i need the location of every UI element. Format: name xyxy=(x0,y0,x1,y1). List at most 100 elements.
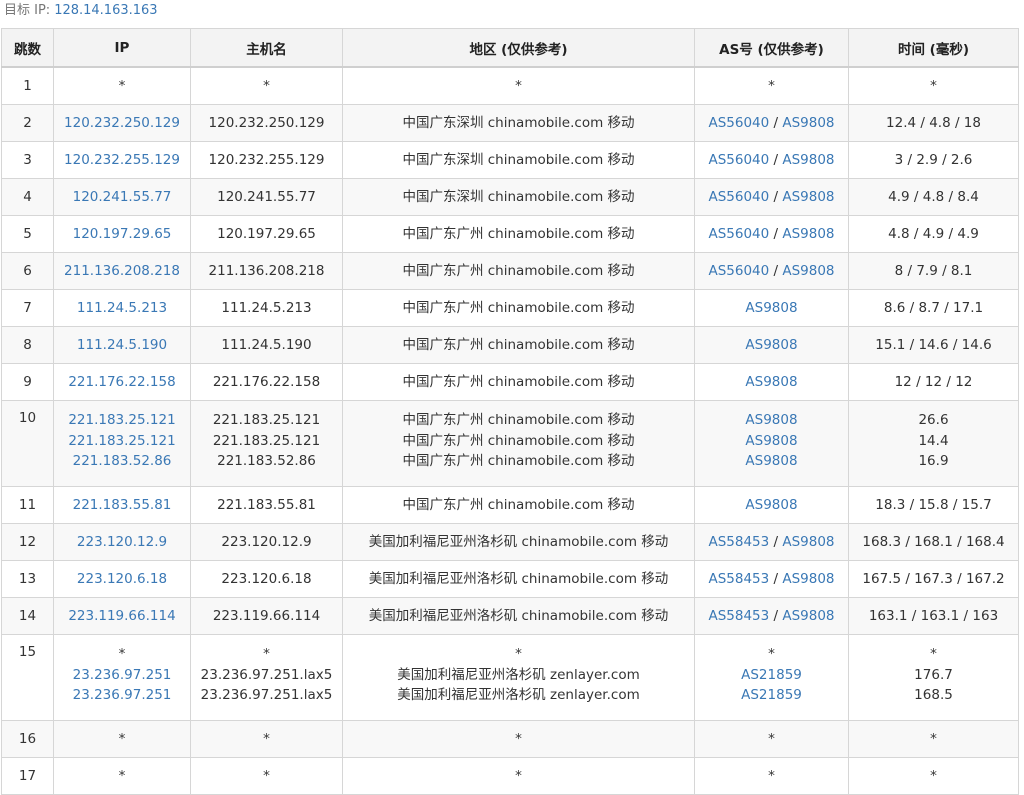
hostname-text: 211.136.208.218 xyxy=(208,262,325,279)
cell-line: 23.236.97.251 xyxy=(56,685,188,706)
ip-link[interactable]: 221.183.55.81 xyxy=(73,497,172,513)
ip-link[interactable]: 211.136.208.218 xyxy=(64,263,180,279)
as-link[interactable]: AS9808 xyxy=(782,115,834,131)
hop-number: 6 xyxy=(23,263,32,279)
ip-link[interactable]: 120.197.29.65 xyxy=(73,226,172,242)
cell-line: 221.176.22.158 xyxy=(56,372,188,393)
time-text: 8 / 7.9 / 8.1 xyxy=(894,262,973,279)
hostname-text: 120.232.255.129 xyxy=(208,151,325,168)
as-link[interactable]: AS9808 xyxy=(782,608,834,624)
ip-link[interactable]: 221.176.22.158 xyxy=(68,374,175,390)
hostname-cell: 120.241.55.77 xyxy=(190,178,343,216)
cell-line: 美国加利福尼亚州洛杉矶 chinamobile.com 移动 xyxy=(345,532,692,553)
cell-line: 111.24.5.213 xyxy=(56,298,188,319)
hostname-text: 221.183.25.121 xyxy=(212,432,321,449)
as-link[interactable]: AS9808 xyxy=(745,453,797,469)
cell-line: 中国广东深圳 chinamobile.com 移动 xyxy=(345,113,692,134)
ip-link[interactable]: 223.120.6.18 xyxy=(77,571,167,587)
ip-link[interactable]: 111.24.5.213 xyxy=(77,300,167,316)
cell-line: * xyxy=(851,76,1016,97)
as-link[interactable]: AS56040 xyxy=(708,115,769,131)
as-link[interactable]: AS56040 xyxy=(708,263,769,279)
cell-line: 120.241.55.77 xyxy=(56,187,188,208)
region-text: 中国广东广州 chinamobile.com 移动 xyxy=(402,496,635,513)
ip-link[interactable]: 221.183.25.121 xyxy=(68,412,175,428)
as-cell: * AS21859 AS21859 xyxy=(694,634,849,721)
ip-link[interactable]: 23.236.97.251 xyxy=(73,687,172,703)
hop-number: 10 xyxy=(18,410,37,426)
as-link[interactable]: AS21859 xyxy=(741,687,802,703)
cell-line: AS9808 xyxy=(697,335,846,356)
cell-line: 176.7 xyxy=(851,665,1016,686)
ip-link[interactable]: 120.232.255.129 xyxy=(64,152,180,168)
as-link[interactable]: AS56040 xyxy=(708,226,769,242)
time-cell: 167.5 / 167.3 / 167.2 xyxy=(848,560,1019,598)
table-row: 11 221.183.55.81 221.183.55.81 中国广东广州 china… xyxy=(1,486,1019,524)
as-separator: / xyxy=(769,225,783,242)
as-link[interactable]: AS21859 xyxy=(741,667,802,683)
table-row: 6 211.136.208.218 211.136.208.218 中国广东广州 ch… xyxy=(1,252,1019,290)
table-row: 7 111.24.5.213 111.24.5.213 中国广东广州 chinamob… xyxy=(1,289,1019,327)
cell-line: 4.8 / 4.9 / 4.9 xyxy=(851,224,1016,245)
ip-link[interactable]: 120.232.250.129 xyxy=(64,115,180,131)
hostname-text: 111.24.5.190 xyxy=(221,336,312,353)
region-cell: * xyxy=(342,66,695,105)
hop-cell: 17 xyxy=(1,757,54,795)
as-link[interactable]: AS9808 xyxy=(745,433,797,449)
cell-line: 18.3 / 15.8 / 15.7 xyxy=(851,495,1016,516)
as-link[interactable]: AS58453 xyxy=(708,571,769,587)
cell-line: 221.183.52.86 xyxy=(193,451,340,472)
ip-link[interactable]: 223.119.66.114 xyxy=(68,608,175,624)
as-link[interactable]: AS58453 xyxy=(708,534,769,550)
as-link[interactable]: AS58453 xyxy=(708,608,769,624)
as-link[interactable]: AS9808 xyxy=(745,497,797,513)
ip-link[interactable]: 221.183.52.86 xyxy=(73,453,172,469)
as-cell: * xyxy=(694,66,849,105)
cell-line: 美国加利福尼亚州洛杉矶 chinamobile.com 移动 xyxy=(345,569,692,590)
as-separator: / xyxy=(769,607,783,624)
region-text: 中国广东广州 chinamobile.com 移动 xyxy=(402,225,635,242)
as-link[interactable]: AS56040 xyxy=(708,152,769,168)
region-text: 美国加利福尼亚州洛杉矶 chinamobile.com 移动 xyxy=(368,607,669,624)
table-row: 5 120.197.29.65 120.197.29.65 中国广东广州 chinam… xyxy=(1,215,1019,253)
cell-line: 221.183.25.121 xyxy=(56,431,188,452)
cell-line: 12 / 12 / 12 xyxy=(851,372,1016,393)
as-link[interactable]: AS9808 xyxy=(782,152,834,168)
ip-cell: 120.241.55.77 xyxy=(53,178,191,216)
hostname-text: 120.232.250.129 xyxy=(208,114,325,131)
ip-link[interactable]: 223.120.12.9 xyxy=(77,534,167,550)
ip-link[interactable]: 111.24.5.190 xyxy=(77,337,167,353)
as-link[interactable]: AS9808 xyxy=(782,534,834,550)
hostname-text: 120.241.55.77 xyxy=(217,188,316,205)
as-link[interactable]: AS56040 xyxy=(708,189,769,205)
hop-number: 8 xyxy=(23,337,32,353)
hostname-cell: 223.120.12.9 xyxy=(190,523,343,561)
as-link[interactable]: AS9808 xyxy=(745,337,797,353)
as-link[interactable]: AS9808 xyxy=(782,263,834,279)
ip-link[interactable]: 120.241.55.77 xyxy=(73,189,172,205)
cell-line: AS9808 xyxy=(697,495,846,516)
cell-line: AS58453 / AS9808 xyxy=(697,606,846,627)
cell-line: 16.9 xyxy=(851,451,1016,472)
as-link[interactable]: AS9808 xyxy=(782,226,834,242)
cell-line: * xyxy=(697,76,846,97)
ip-link[interactable]: 221.183.25.121 xyxy=(68,433,175,449)
as-cell: * xyxy=(694,757,849,795)
table-row: 8 111.24.5.190 111.24.5.190 中国广东广州 chinamob… xyxy=(1,326,1019,364)
as-link[interactable]: AS9808 xyxy=(745,300,797,316)
as-link[interactable]: AS9808 xyxy=(745,374,797,390)
cell-line: 221.183.55.81 xyxy=(193,495,340,516)
as-cell: AS56040 / AS9808 xyxy=(694,104,849,142)
region-cell: * 美国加利福尼亚州洛杉矶 zenlayer.com 美国加利福尼亚州洛杉矶 zen… xyxy=(342,634,695,721)
as-link[interactable]: AS9808 xyxy=(782,189,834,205)
hop-number: 14 xyxy=(18,608,37,624)
hop-number: 1 xyxy=(23,78,32,94)
as-cell: AS9808 AS9808 AS9808 xyxy=(694,400,849,487)
cell-line: 223.119.66.114 xyxy=(56,606,188,627)
as-link[interactable]: AS9808 xyxy=(782,571,834,587)
as-link[interactable]: AS9808 xyxy=(745,412,797,428)
ip-link[interactable]: 23.236.97.251 xyxy=(73,667,172,683)
region-cell: 中国广东广州 chinamobile.com 移动 xyxy=(342,486,695,524)
target-ip-line: 目标 IP: 128.14.163.163 xyxy=(4,2,158,20)
cell-line: 221.183.25.121 xyxy=(193,410,340,431)
